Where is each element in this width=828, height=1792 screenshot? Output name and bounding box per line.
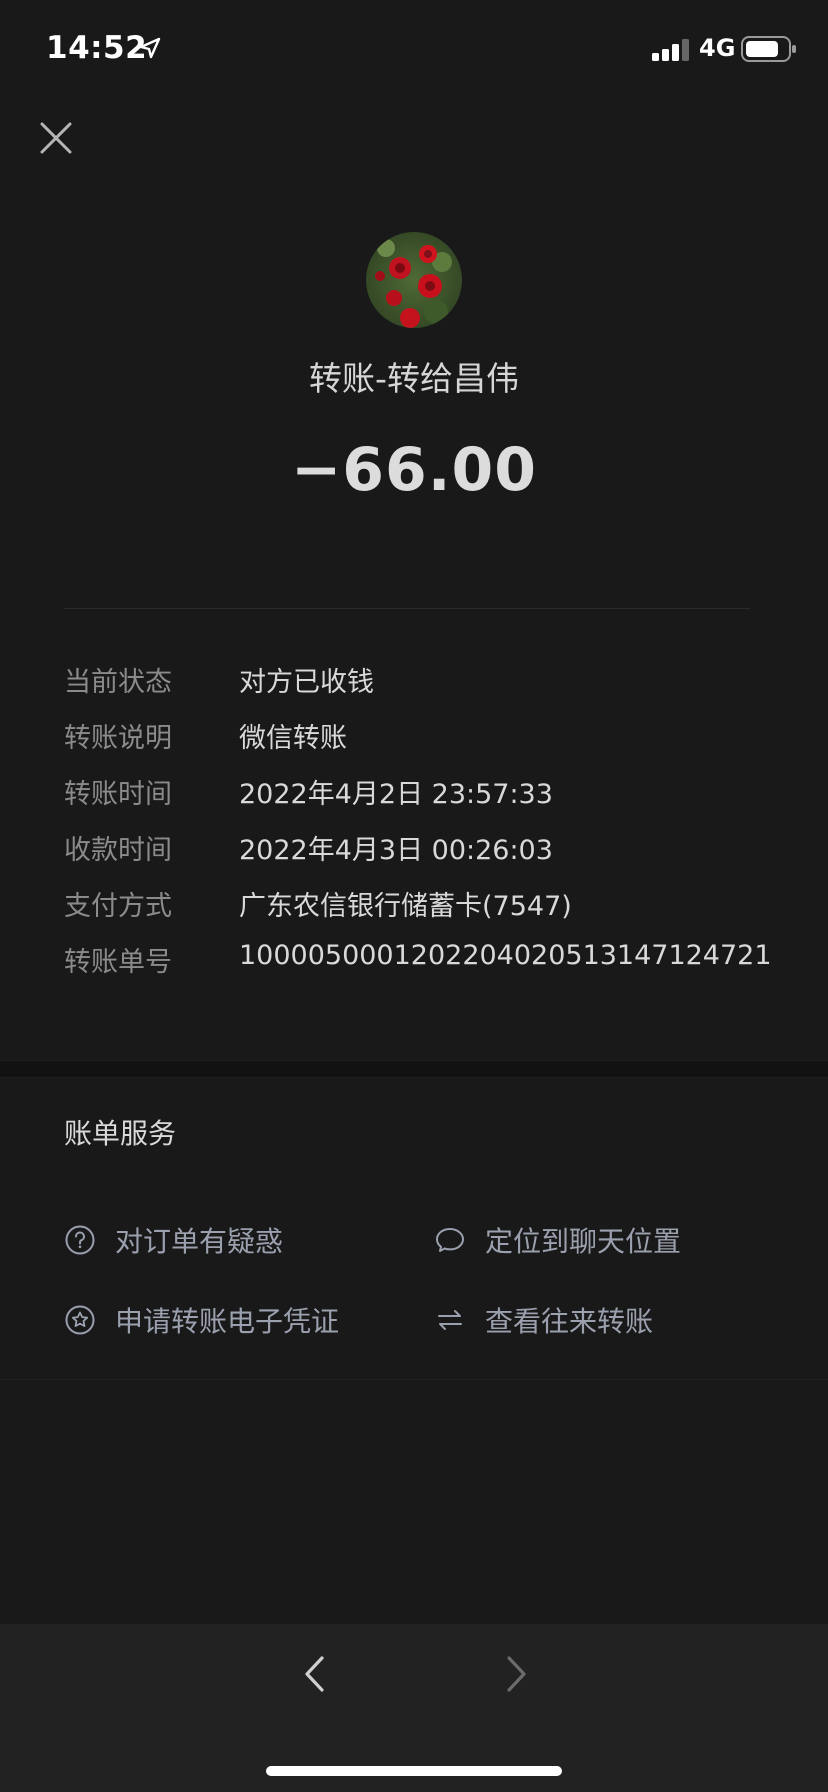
divider [64, 608, 750, 609]
transfer-details: 当前状态 对方已收钱 转账说明 微信转账 转账时间 2022年4月2日 23:5… [64, 660, 784, 996]
detail-row-note: 转账说明 微信转账 [64, 716, 784, 772]
detail-value: 广东农信银行储蓄卡(7547) [239, 891, 572, 922]
services-title: 账单服务 [64, 1117, 177, 1150]
detail-row-transfer-time: 转账时间 2022年4月2日 23:57:33 [64, 772, 784, 828]
detail-label: 转账时间 [64, 779, 172, 810]
question-icon [65, 1225, 95, 1255]
detail-label: 支付方式 [64, 891, 172, 922]
view-transfers-link[interactable]: 查看往来转账 [434, 1300, 653, 1340]
swap-arrows-icon [438, 1310, 462, 1330]
service-label: 申请转账电子凭证 [115, 1305, 340, 1338]
home-indicator[interactable] [266, 1766, 562, 1776]
service-label: 对订单有疑惑 [115, 1225, 284, 1258]
forward-arrow-icon[interactable] [500, 1652, 532, 1696]
detail-label: 收款时间 [64, 835, 172, 866]
back-arrow-icon[interactable] [298, 1652, 330, 1696]
detail-label: 当前状态 [64, 667, 172, 698]
detail-row-receive-time: 收款时间 2022年4月3日 00:26:03 [64, 828, 784, 884]
detail-value: 微信转账 [239, 723, 347, 754]
transfer-title: 转账-转给昌伟 [309, 359, 519, 398]
status-time: 14:52 [46, 30, 148, 66]
detail-row-status: 当前状态 对方已收钱 [64, 660, 784, 716]
service-label: 查看往来转账 [485, 1305, 654, 1338]
location-arrow-icon [139, 37, 161, 59]
detail-row-payment-method: 支付方式 广东农信银行储蓄卡(7547) [64, 884, 784, 940]
section-separator [0, 1060, 828, 1078]
detail-value: 1000050001202204020513147124721 [239, 940, 772, 971]
divider [0, 1379, 828, 1380]
order-question-link[interactable]: 对订单有疑惑 [64, 1220, 283, 1260]
service-label: 定位到聊天位置 [485, 1225, 682, 1258]
detail-label: 转账说明 [64, 723, 172, 754]
locate-chat-link[interactable]: 定位到聊天位置 [434, 1220, 681, 1260]
detail-value: 2022年4月2日 23:57:33 [239, 779, 553, 810]
request-receipt-link[interactable]: 申请转账电子凭证 [64, 1300, 339, 1340]
transfer-amount: −66.00 [290, 435, 538, 505]
battery-icon [741, 36, 796, 62]
network-type: 4G [699, 34, 736, 62]
avatar [366, 232, 462, 328]
star-badge-icon [65, 1305, 95, 1335]
bill-detail-screen: 14:52 4G 转账-转给昌伟 −66.00 当前状态 对方已收钱 转账说明 … [0, 0, 828, 1792]
detail-value: 对方已收钱 [239, 667, 374, 698]
chat-bubble-icon [436, 1228, 464, 1252]
detail-row-order-number: 转账单号 1000050001202204020513147124721 [64, 940, 784, 996]
detail-value: 2022年4月3日 00:26:03 [239, 835, 553, 866]
status-bar: 14:52 4G [0, 0, 828, 100]
detail-label: 转账单号 [64, 947, 172, 978]
close-icon[interactable] [36, 118, 76, 158]
signal-icon [652, 39, 689, 61]
